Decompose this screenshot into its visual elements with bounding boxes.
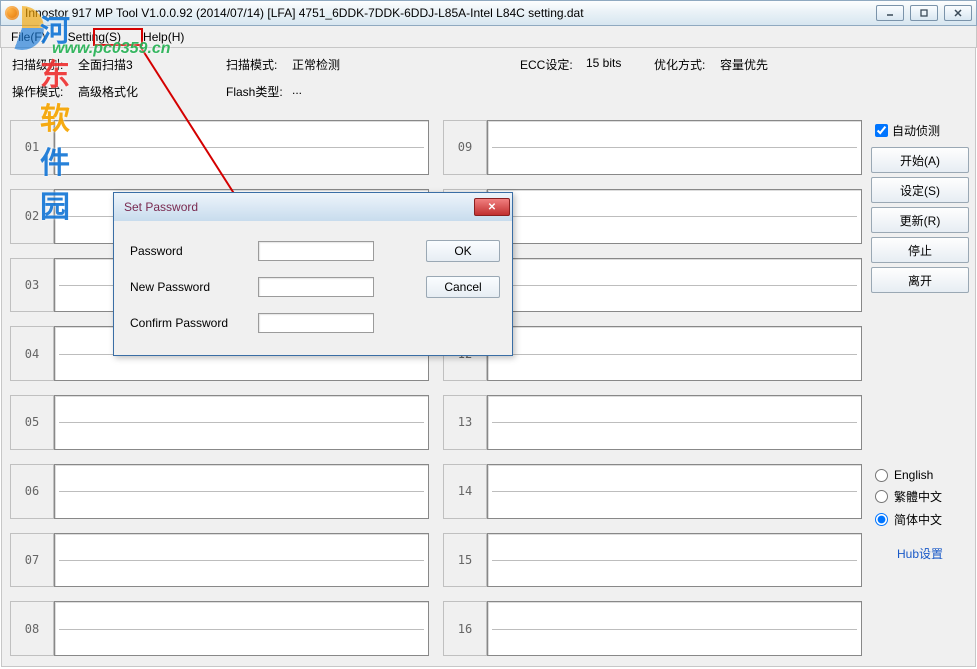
slot-box [54, 464, 429, 519]
menu-file[interactable]: File(F) [7, 28, 50, 46]
window-controls [876, 5, 972, 21]
password-input[interactable] [258, 241, 374, 261]
ecc-label: ECC设定: [520, 56, 586, 73]
close-icon: ✕ [488, 202, 496, 213]
slot-number: 09 [443, 120, 487, 175]
slot-13: 13 [443, 395, 862, 450]
op-mode-value: 高级格式化 [78, 83, 198, 100]
new-password-input[interactable] [258, 277, 374, 297]
setting-button[interactable]: 设定(S) [871, 177, 969, 203]
slot-06: 06 [10, 464, 429, 519]
lang-trad-label: 繁體中文 [894, 488, 942, 505]
confirm-password-label: Confirm Password [130, 316, 250, 330]
slot-15: 15 [443, 533, 862, 588]
dialog-close-button[interactable]: ✕ [474, 198, 510, 216]
slot-number: 08 [10, 601, 54, 656]
slot-14: 14 [443, 464, 862, 519]
menubar: File(F) Setting(S) Help(H) [0, 26, 977, 48]
dialog-body: Password OK New Password Cancel Confirm … [114, 221, 512, 341]
update-button[interactable]: 更新(R) [871, 207, 969, 233]
lang-trad-input[interactable] [875, 490, 888, 503]
opt-label: 优化方式: [654, 56, 720, 73]
scan-level-label: 扫描级别: [12, 56, 78, 73]
slot-box [54, 533, 429, 588]
slot-number: 13 [443, 395, 487, 450]
lang-english-radio[interactable]: English [871, 465, 969, 485]
highlight-box [93, 28, 143, 46]
slot-number: 06 [10, 464, 54, 519]
password-label: Password [130, 244, 250, 258]
minimize-button[interactable] [876, 5, 904, 21]
slot-07: 07 [10, 533, 429, 588]
cancel-button[interactable]: Cancel [426, 276, 500, 298]
slot-box [487, 533, 862, 588]
slot-number: 14 [443, 464, 487, 519]
main-frame: 扫描级别:全面扫描3 扫描模式:正常检测 ECC设定:15 bits 优化方式:… [1, 48, 976, 667]
op-mode-label: 操作模式: [12, 83, 78, 100]
slot-box [487, 464, 862, 519]
dialog-title-text: Set Password [124, 200, 198, 214]
slot-number: 01 [10, 120, 54, 175]
lang-simp-radio[interactable]: 简体中文 [871, 508, 969, 531]
slot-09: 09 [443, 120, 862, 175]
slot-box [54, 120, 429, 175]
auto-detect-label: 自动侦测 [892, 122, 940, 139]
info-row-2: 操作模式:高级格式化 Flash类型:... [2, 75, 975, 102]
slot-number: 03 [10, 258, 54, 313]
hub-setting-link[interactable]: Hub设置 [871, 531, 969, 576]
start-button[interactable]: 开始(A) [871, 147, 969, 173]
scan-level-value: 全面扫描3 [78, 56, 178, 73]
slot-number: 05 [10, 395, 54, 450]
window-title: Innostor 917 MP Tool V1.0.0.92 (2014/07/… [25, 6, 876, 20]
info-row-1: 扫描级别:全面扫描3 扫描模式:正常检测 ECC设定:15 bits 优化方式:… [2, 48, 975, 75]
maximize-button[interactable] [910, 5, 938, 21]
quit-button[interactable]: 离开 [871, 267, 969, 293]
new-password-label: New Password [130, 280, 250, 294]
ok-button[interactable]: OK [426, 240, 500, 262]
lang-simp-input[interactable] [875, 513, 888, 526]
slot-box [487, 326, 862, 381]
slot-box [487, 189, 862, 244]
slot-number: 04 [10, 326, 54, 381]
lang-english-input[interactable] [875, 469, 888, 482]
stop-button[interactable]: 停止 [871, 237, 969, 263]
slot-16: 16 [443, 601, 862, 656]
slot-box [487, 258, 862, 313]
slot-box [487, 395, 862, 450]
ecc-value: 15 bits [586, 56, 646, 73]
slot-number: 16 [443, 601, 487, 656]
flash-value: ... [292, 83, 392, 100]
close-button[interactable] [944, 5, 972, 21]
slot-box [54, 395, 429, 450]
slot-01: 01 [10, 120, 429, 175]
confirm-password-input[interactable] [258, 313, 374, 333]
auto-detect-checkbox[interactable]: 自动侦测 [871, 120, 969, 147]
menu-help[interactable]: Help(H) [139, 28, 188, 46]
lang-simp-label: 简体中文 [894, 511, 942, 528]
titlebar: Innostor 917 MP Tool V1.0.0.92 (2014/07/… [0, 0, 977, 26]
slot-number: 07 [10, 533, 54, 588]
slot-number: 15 [443, 533, 487, 588]
slot-08: 08 [10, 601, 429, 656]
side-panel: 自动侦测 开始(A) 设定(S) 更新(R) 停止 离开 English 繁體中… [871, 120, 969, 656]
flash-label: Flash类型: [226, 83, 292, 100]
slot-box [487, 601, 862, 656]
lang-trad-radio[interactable]: 繁體中文 [871, 485, 969, 508]
scan-mode-value: 正常检测 [292, 56, 392, 73]
dialog-titlebar: Set Password ✕ [114, 193, 512, 221]
slot-05: 05 [10, 395, 429, 450]
opt-value: 容量优先 [720, 56, 820, 73]
slot-number: 02 [10, 189, 54, 244]
scan-mode-label: 扫描模式: [226, 56, 292, 73]
lang-english-label: English [894, 468, 933, 482]
app-icon [5, 6, 19, 20]
slot-box [54, 601, 429, 656]
auto-detect-input[interactable] [875, 124, 888, 137]
set-password-dialog: Set Password ✕ Password OK New Password … [113, 192, 513, 356]
slot-box [487, 120, 862, 175]
